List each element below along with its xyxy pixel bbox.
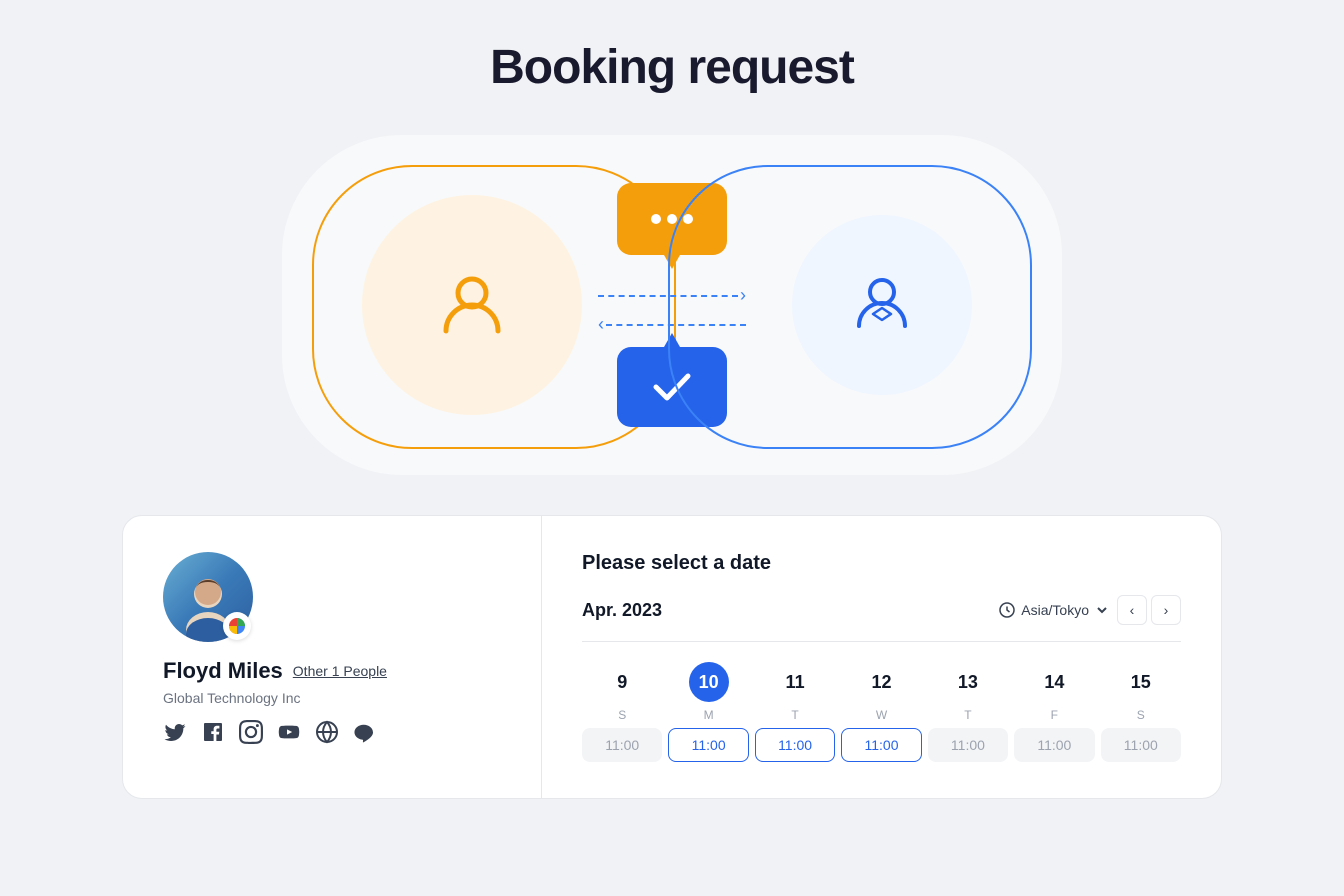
day-col-15: 15 S 11:00 [1101, 662, 1181, 762]
chevron-down-icon [1095, 603, 1109, 617]
time-slot-15: 11:00 [1101, 728, 1181, 762]
hero-illustration: › ‹ [282, 135, 1062, 475]
youtube-icon[interactable] [277, 720, 301, 744]
day-number-13[interactable]: 13 [948, 662, 988, 702]
time-slot-14: 11:00 [1014, 728, 1094, 762]
days-grid: 9 S 11:00 10 M 11:00 11 T 11:00 12 W 11:… [582, 662, 1181, 762]
facebook-icon[interactable] [201, 720, 225, 744]
social-icons-row [163, 720, 501, 744]
globe-icon[interactable] [315, 720, 339, 744]
customer-person-icon [432, 265, 512, 345]
arrow-right: › [598, 285, 746, 306]
twitter-icon[interactable] [163, 720, 187, 744]
clock-icon [999, 602, 1015, 618]
dot-1 [651, 214, 661, 224]
arrow-head-left: ‹ [598, 314, 604, 335]
avatar-wrapper [163, 552, 253, 642]
arrow-head-right: › [740, 285, 746, 306]
day-number-15[interactable]: 15 [1121, 662, 1161, 702]
colorful-badge [223, 612, 251, 640]
day-label-11: T [791, 708, 798, 722]
day-col-14: 14 F 11:00 [1014, 662, 1094, 762]
day-col-9: 9 S 11:00 [582, 662, 662, 762]
time-slot-13: 11:00 [928, 728, 1008, 762]
host-avatar-circle [792, 215, 972, 395]
day-label-9: S [618, 708, 626, 722]
day-label-15: S [1137, 708, 1145, 722]
arrow-left: ‹ [598, 314, 746, 335]
day-label-14: F [1051, 708, 1058, 722]
day-number-14[interactable]: 14 [1034, 662, 1074, 702]
profile-card: Floyd Miles Other 1 People Global Techno… [122, 515, 542, 799]
check-box-icon [617, 347, 727, 427]
day-number-12[interactable]: 12 [861, 662, 901, 702]
day-label-12: W [876, 708, 887, 722]
prev-month-button[interactable]: ‹ [1117, 595, 1147, 625]
instagram-icon[interactable] [239, 720, 263, 744]
calendar-section: Please select a date Apr. 2023 Asia/Toky… [542, 515, 1222, 799]
day-number-10[interactable]: 10 [689, 662, 729, 702]
time-slot-10[interactable]: 11:00 [668, 728, 748, 762]
line-icon[interactable] [353, 720, 377, 744]
company-name: Global Technology Inc [163, 690, 501, 706]
day-col-12: 12 W 11:00 [841, 662, 921, 762]
calendar-header: Apr. 2023 Asia/Tokyo ‹ › [582, 595, 1181, 642]
timezone-selector[interactable]: Asia/Tokyo [999, 602, 1109, 618]
chat-bubble-icon [617, 183, 727, 255]
day-label-10: M [704, 708, 714, 722]
arrow-line-right [598, 295, 738, 297]
other-people-link[interactable]: Other 1 People [293, 663, 387, 679]
page-title: Booking request [490, 40, 854, 95]
name-row: Floyd Miles Other 1 People [163, 658, 501, 684]
time-slot-12[interactable]: 11:00 [841, 728, 921, 762]
select-date-label: Please select a date [582, 552, 1181, 575]
time-slot-9: 11:00 [582, 728, 662, 762]
interaction-center: › ‹ [582, 183, 762, 427]
arrows-container: › ‹ [598, 285, 746, 335]
chat-dots [651, 214, 693, 224]
dot-3 [683, 214, 693, 224]
nav-arrows: ‹ › [1117, 595, 1181, 625]
bottom-section: Floyd Miles Other 1 People Global Techno… [122, 515, 1222, 799]
host-person-icon [847, 270, 917, 340]
timezone-row: Asia/Tokyo ‹ › [999, 595, 1181, 625]
timezone-label: Asia/Tokyo [1021, 602, 1089, 618]
customer-avatar-circle [362, 195, 582, 415]
user-name: Floyd Miles [163, 658, 283, 684]
dot-2 [667, 214, 677, 224]
day-number-11[interactable]: 11 [775, 662, 815, 702]
time-slot-11[interactable]: 11:00 [755, 728, 835, 762]
checkmark-icon [652, 372, 692, 402]
day-number-9[interactable]: 9 [602, 662, 642, 702]
month-year: Apr. 2023 [582, 600, 662, 621]
colorful-icon [228, 617, 246, 635]
day-label-13: T [964, 708, 971, 722]
day-col-10: 10 M 11:00 [668, 662, 748, 762]
day-col-11: 11 T 11:00 [755, 662, 835, 762]
day-col-13: 13 T 11:00 [928, 662, 1008, 762]
next-month-button[interactable]: › [1151, 595, 1181, 625]
arrow-line-left [606, 324, 746, 326]
